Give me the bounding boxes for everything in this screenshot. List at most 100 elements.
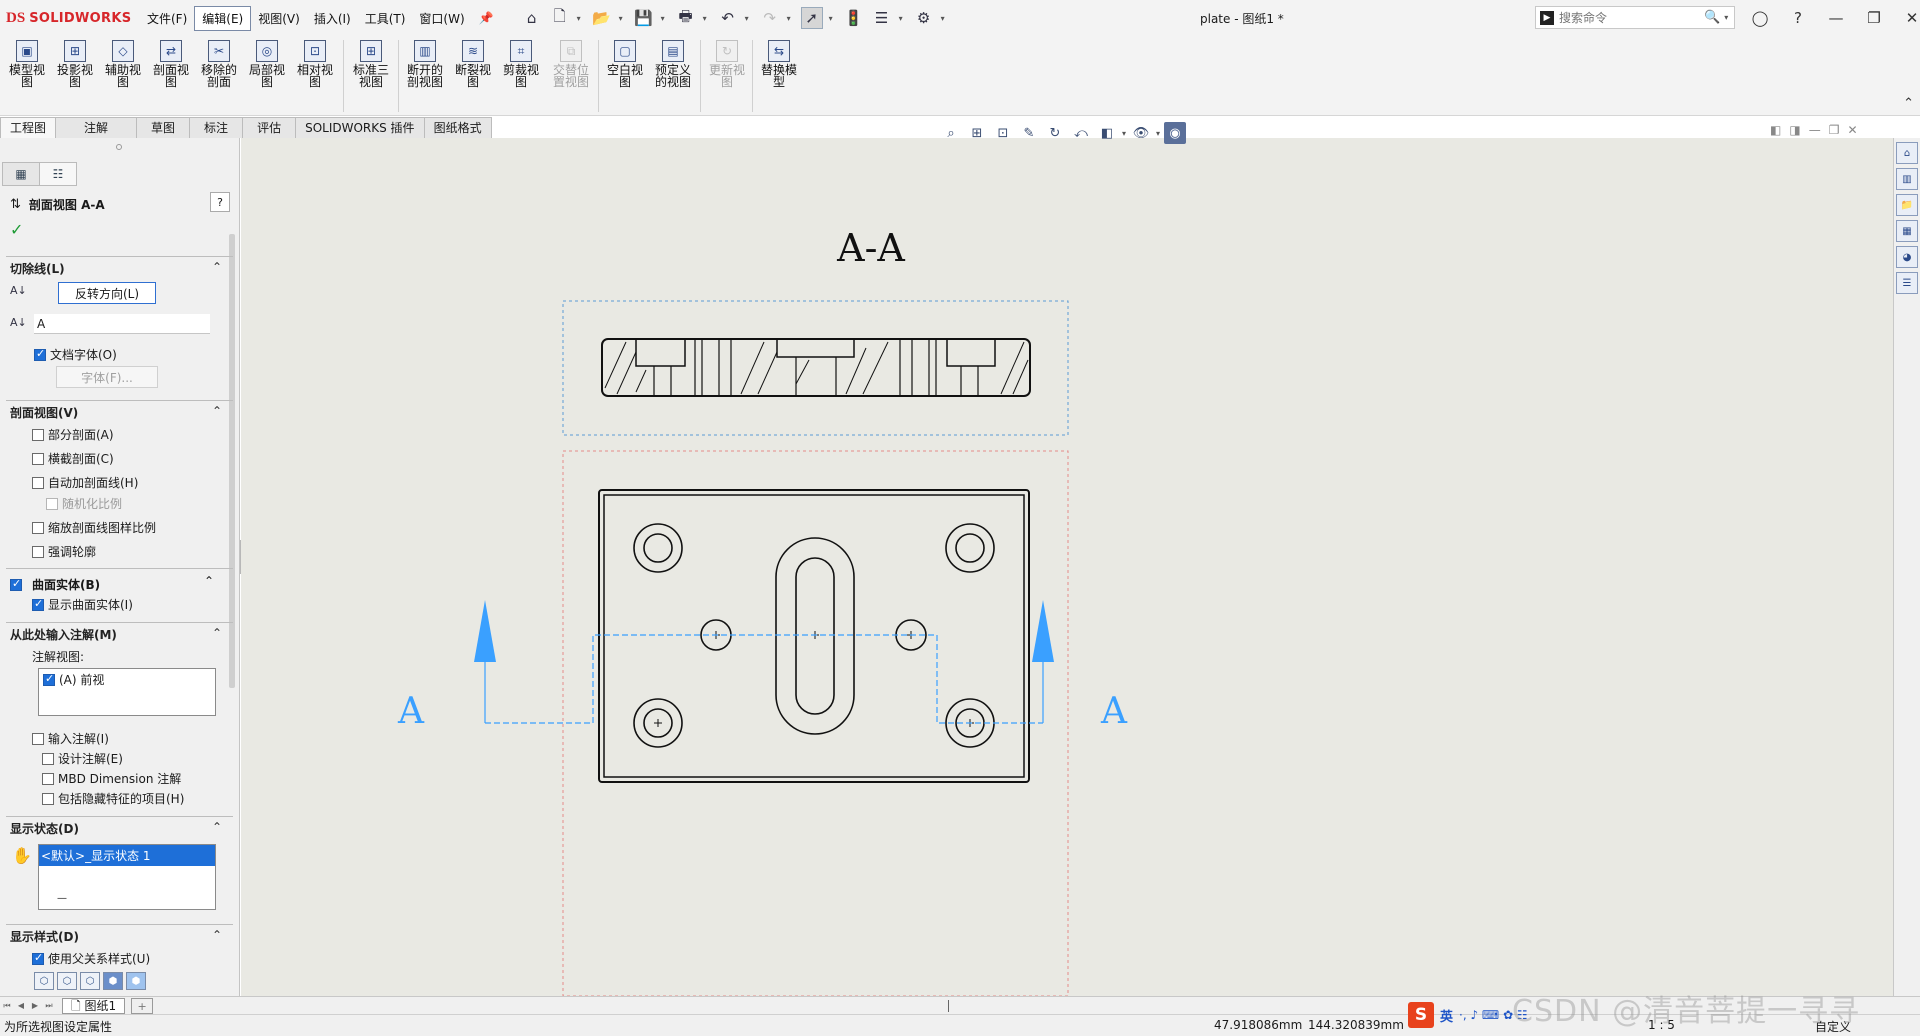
horizontal-scrollbar[interactable] [948, 1000, 958, 1012]
reverse-direction-button[interactable]: 反转方向(L) [58, 282, 156, 304]
chevron-down-icon[interactable]: ▾ [1156, 129, 1160, 138]
open-folder-icon[interactable]: 📂 [591, 7, 613, 29]
update-views-button[interactable]: ↻ 更新视图 [704, 40, 750, 88]
first-sheet-icon[interactable]: ⏮ [0, 999, 14, 1013]
undo-icon[interactable]: ↶ [717, 7, 739, 29]
pm-scrollbar[interactable] [229, 234, 235, 688]
property-manager-tab[interactable]: ☷ [39, 162, 77, 186]
section-view-button[interactable]: ⇄ 剖面视图 [148, 40, 194, 88]
pin-icon[interactable]: 📌 [472, 8, 501, 28]
ok-button[interactable]: ✓ [10, 220, 23, 239]
doc-font-checkbox[interactable]: 文档字体(O) [34, 346, 117, 363]
design-library-icon[interactable]: ▥ [1896, 168, 1918, 190]
randomize-scale-checkbox[interactable]: 随机化比例 [46, 495, 122, 512]
tab-sheet-format[interactable]: 图纸格式 [423, 117, 492, 138]
crop-view-button[interactable]: ⌗ 剪裁视图 [498, 40, 544, 88]
pan-icon[interactable]: ✎ [1018, 122, 1040, 144]
search-box[interactable]: ▶ 🔍 ▾ [1535, 6, 1735, 29]
chevron-up-icon[interactable]: ⌃ [212, 260, 222, 274]
split-left-icon[interactable]: ◧ [1770, 123, 1781, 137]
chevron-down-icon[interactable]: ▾ [1122, 129, 1126, 138]
shaded-with-edges-icon[interactable]: ⬢ [103, 972, 123, 990]
chevron-up-icon[interactable]: ⌃ [1903, 96, 1914, 111]
section-header[interactable]: 显示状态(D) ⌃ [0, 818, 228, 838]
zoom-selection-icon[interactable]: ⊡ [992, 122, 1014, 144]
chevron-down-icon[interactable]: ▾ [661, 14, 669, 23]
display-state-list[interactable]: <默认>_显示状态 1 — [38, 844, 216, 910]
print-icon[interactable]: 🖶 [675, 7, 697, 29]
relative-view-button[interactable]: ⊡ 相对视图 [292, 40, 338, 88]
chevron-down-icon[interactable]: ▾ [941, 14, 949, 23]
home-icon[interactable]: ⌂ [521, 7, 543, 29]
add-sheet-button[interactable]: + [131, 997, 154, 1014]
break-view-button[interactable]: ≋ 断裂视图 [450, 40, 496, 88]
help-button[interactable]: ? [210, 192, 230, 212]
chevron-up-icon[interactable]: ⌃ [204, 574, 214, 588]
scale-hatch-checkbox[interactable]: 缩放剖面线图样比例 [32, 519, 156, 536]
prev-sheet-icon[interactable]: ◀ [14, 999, 28, 1013]
menu-edit[interactable]: 编辑(E) [194, 5, 252, 31]
ime-language[interactable]: 英 [1440, 1006, 1453, 1025]
standard-3-view-button[interactable]: ⊞ 标准三视图 [348, 40, 394, 88]
panel-grip-icon[interactable] [116, 144, 122, 150]
rebuild-icon[interactable]: 🚦 [843, 7, 865, 29]
view-palette-icon[interactable]: ▦ [1896, 220, 1918, 242]
select-cursor-icon[interactable]: ➚ [800, 7, 823, 29]
tab-markup[interactable]: 标注 [189, 117, 244, 138]
design-annotations-checkbox[interactable]: 设计注解(E) [42, 750, 123, 767]
menu-window[interactable]: 窗口(W) [412, 7, 471, 30]
annotation-views-list[interactable]: (A) 前视 [38, 668, 216, 716]
removed-section-button[interactable]: ✂ 移除的剖面 [196, 40, 242, 88]
search-icon[interactable]: 🔍 [1704, 10, 1720, 25]
font-button[interactable]: 字体(F)... [56, 366, 158, 388]
section-header[interactable]: 显示样式(D) ⌃ [0, 926, 228, 946]
tab-sketch[interactable]: 草图 [136, 117, 191, 138]
chevron-up-icon[interactable]: ⌃ [212, 820, 222, 834]
close-icon[interactable]: ✕ [1847, 123, 1857, 137]
zoom-to-area-icon[interactable]: ⊞ [966, 122, 988, 144]
chevron-up-icon[interactable]: ⌃ [212, 626, 222, 640]
sogou-ime-icon[interactable]: S [1408, 1002, 1434, 1028]
close-icon[interactable]: ✕ [1894, 6, 1920, 30]
chevron-down-icon[interactable]: ▾ [745, 14, 753, 23]
tab-evaluate[interactable]: 评估 [242, 117, 297, 138]
chevron-down-icon[interactable]: ▾ [829, 14, 837, 23]
menu-tools[interactable]: 工具(T) [358, 7, 413, 30]
redo-icon[interactable]: ↷ [759, 7, 781, 29]
user-icon[interactable]: ◯ [1742, 6, 1778, 30]
import-annotations-checkbox[interactable]: 输入注解(I) [32, 730, 109, 747]
graphics-area[interactable]: A-A A A [241, 138, 1893, 997]
minimize-icon[interactable]: — [1809, 123, 1821, 137]
chevron-down-icon[interactable]: ▾ [787, 14, 795, 23]
menu-insert[interactable]: 插入(I) [307, 7, 358, 30]
auxiliary-view-button[interactable]: ◇ 辅助视图 [100, 40, 146, 88]
use-parent-style-checkbox[interactable]: 使用父关系样式(U) [32, 950, 150, 967]
tab-drawing[interactable]: 工程图 [0, 117, 57, 138]
menu-file[interactable]: 文件(F) [140, 7, 194, 30]
rotate-icon[interactable]: ↻ [1044, 122, 1066, 144]
section-label-input[interactable]: A [34, 314, 210, 334]
alternate-position-view-button[interactable]: ⧉ 交替位置视图 [548, 40, 594, 88]
next-sheet-icon[interactable]: ▶ [28, 999, 42, 1013]
tab-addins[interactable]: SOLIDWORKS 插件 [295, 117, 425, 138]
slice-section-checkbox[interactable]: 横截剖面(C) [32, 450, 114, 467]
chevron-down-icon[interactable]: ▾ [703, 14, 711, 23]
predefined-view-button[interactable]: ▤ 预定义的视图 [650, 40, 696, 88]
file-explorer-icon[interactable]: 📁 [1896, 194, 1918, 216]
last-sheet-icon[interactable]: ⏭ [42, 999, 56, 1013]
menu-view[interactable]: 视图(V) [251, 7, 307, 30]
chevron-up-icon[interactable]: ⌃ [212, 404, 222, 418]
appearance-icon[interactable]: ◉ [1164, 122, 1187, 144]
include-hidden-checkbox[interactable]: 包括隐藏特征的项目(H) [42, 790, 184, 807]
help-icon[interactable]: ? [1780, 6, 1816, 30]
shaded-icon[interactable]: ⬢ [126, 972, 146, 990]
wireframe-icon[interactable]: ⬡ [34, 972, 54, 990]
partial-section-checkbox[interactable]: 部分剖面(A) [32, 426, 114, 443]
mbd-dimension-checkbox[interactable]: MBD Dimension 注解 [42, 770, 181, 787]
zoom-to-fit-icon[interactable]: ⌕ [940, 122, 962, 144]
section-header[interactable]: 从此处输入注解(M) ⌃ [0, 624, 228, 644]
previous-view-icon[interactable]: ⤺ [1070, 122, 1092, 144]
split-right-icon[interactable]: ◨ [1789, 123, 1800, 137]
minimize-icon[interactable]: — [1818, 6, 1854, 30]
projected-view-button[interactable]: ⊞ 投影视图 [52, 40, 98, 88]
